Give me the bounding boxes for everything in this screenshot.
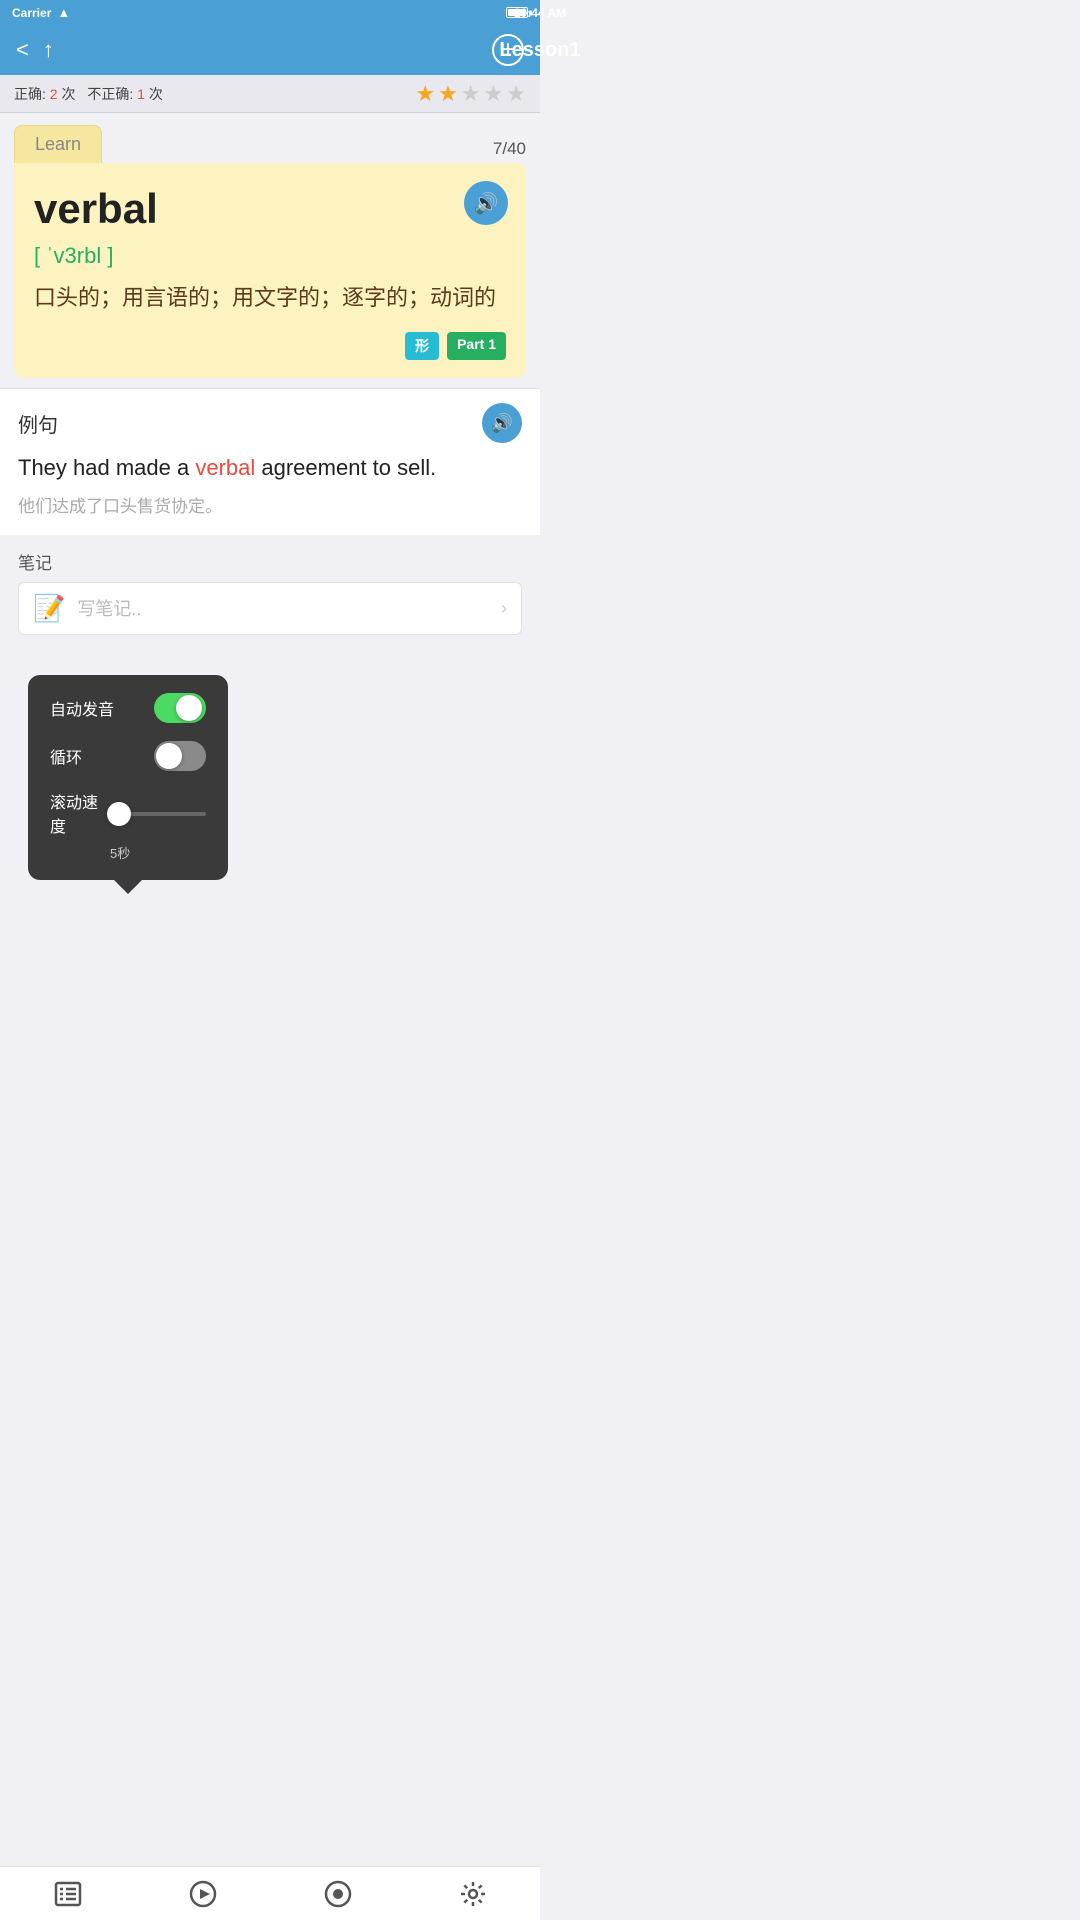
- status-right: [506, 7, 528, 18]
- carrier-label: Carrier: [12, 6, 51, 20]
- notes-title: 笔记: [18, 549, 522, 574]
- star-4[interactable]: ★: [484, 81, 504, 107]
- sentence-highlight: verbal: [195, 455, 255, 480]
- status-left: Carrier ▲: [12, 5, 70, 20]
- speed-label: 滚动速度: [50, 789, 107, 837]
- settings-button[interactable]: [451, 1872, 495, 1916]
- list-button[interactable]: [46, 1872, 90, 1916]
- notes-input-row[interactable]: 📝 写笔记.. ›: [18, 582, 522, 635]
- star-5[interactable]: ★: [506, 81, 526, 107]
- sentence-after: agreement to sell.: [255, 455, 436, 480]
- status-bar: Carrier ▲ 10:44 AM: [0, 0, 540, 25]
- star-1[interactable]: ★: [415, 81, 435, 107]
- card-audio-button[interactable]: 🔊: [464, 181, 508, 225]
- speed-controls: 滚动速度: [50, 789, 206, 837]
- notes-icon: 📝: [33, 593, 65, 624]
- learn-tab[interactable]: Learn: [14, 125, 102, 163]
- sentence-before: They had made a: [18, 455, 195, 480]
- example-section: 例句 🔊 They had made a verbal agreement to…: [0, 388, 540, 535]
- correct-unit: 次: [61, 86, 75, 102]
- up-button[interactable]: ↑: [43, 37, 54, 63]
- correct-label: 正确:: [14, 86, 46, 102]
- card-section: Learn 7/40 🔊 verbal [ ˈv3rbl ] 口头的；用言语的；…: [0, 113, 540, 388]
- notes-section: 笔记 📝 写笔记.. ›: [0, 535, 540, 639]
- example-sentence: They had made a verbal agreement to sell…: [18, 453, 522, 484]
- star-rating[interactable]: ★ ★ ★ ★ ★: [415, 81, 526, 107]
- auto-play-label: 自动发音: [50, 696, 114, 720]
- card-word: verbal: [34, 185, 506, 233]
- record-button[interactable]: [316, 1872, 360, 1916]
- notes-placeholder: 写笔记..: [77, 595, 501, 621]
- speed-value: 5秒: [50, 843, 130, 862]
- back-button[interactable]: <: [16, 39, 29, 61]
- speed-slider[interactable]: [107, 812, 206, 816]
- card-tags: 形 Part 1: [34, 332, 506, 360]
- wifi-icon: ▲: [57, 5, 70, 20]
- notes-arrow-icon: ›: [501, 598, 507, 619]
- example-audio-icon: 🔊: [491, 413, 513, 434]
- settings-popup: 自动发音 循环 滚动速度 5秒: [28, 675, 228, 880]
- speed-row: 滚动速度 5秒: [50, 789, 206, 862]
- card-audio-icon: 🔊: [474, 191, 499, 216]
- loop-toggle[interactable]: [154, 741, 206, 771]
- card-body: 🔊 verbal [ ˈv3rbl ] 口头的；用言语的；用文字的；逐字的；动词…: [14, 163, 526, 378]
- stats-bar: 正确: 2 次 不正确: 1 次 ★ ★ ★ ★ ★: [0, 75, 540, 113]
- tag-part: Part 1: [447, 332, 506, 360]
- nav-left: < ↑: [16, 37, 54, 63]
- loop-label: 循环: [50, 744, 82, 768]
- settings-area: 自动发音 循环 滚动速度 5秒: [0, 639, 540, 888]
- loop-row: 循环: [50, 741, 206, 771]
- example-title: 例句: [18, 409, 58, 438]
- star-2[interactable]: ★: [438, 81, 458, 107]
- example-header: 例句 🔊: [18, 403, 522, 443]
- play-button[interactable]: [181, 1872, 225, 1916]
- correct-count: 2: [50, 86, 58, 102]
- auto-play-toggle[interactable]: [154, 693, 206, 723]
- card-progress: 7/40: [493, 139, 526, 159]
- incorrect-label: 不正确:: [87, 86, 133, 102]
- example-translation: 他们达成了口头售货协定。: [18, 492, 522, 517]
- tag-pos: 形: [405, 332, 439, 360]
- auto-play-row: 自动发音: [50, 693, 206, 723]
- incorrect-unit: 次: [149, 86, 163, 102]
- nav-bar: < ↑ Lesson1 +: [0, 25, 540, 75]
- bottom-toolbar: [0, 1866, 540, 1920]
- card-meaning: 口头的；用言语的；用文字的；逐字的；动词的: [34, 281, 506, 314]
- learn-tab-label: Learn: [35, 134, 81, 154]
- incorrect-count: 1: [137, 86, 145, 102]
- nav-title: Lesson1: [499, 39, 580, 62]
- star-3[interactable]: ★: [461, 81, 481, 107]
- card-phonetic: [ ˈv3rbl ]: [34, 243, 506, 269]
- example-audio-button[interactable]: 🔊: [482, 403, 522, 443]
- stats-text: 正确: 2 次 不正确: 1 次: [14, 84, 163, 104]
- battery-icon: [506, 7, 528, 18]
